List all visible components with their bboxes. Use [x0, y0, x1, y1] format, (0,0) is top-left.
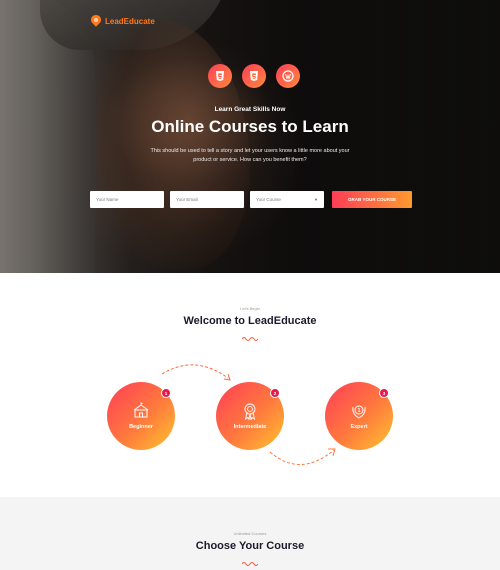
css3-icon — [242, 64, 266, 88]
chevron-down-icon: ▼ — [314, 197, 318, 202]
html5-icon — [208, 64, 232, 88]
grab-course-button[interactable]: GRAB YOUR COURSE — [332, 191, 412, 208]
course-select[interactable]: Your Course ▼ — [250, 191, 324, 208]
dashed-arrow-right-icon — [161, 364, 231, 381]
brand-name: LeadEducate — [105, 16, 155, 26]
award-ribbon-icon — [244, 403, 256, 420]
welcome-kicker: Let's Begin — [240, 306, 260, 311]
squiggle-divider — [242, 562, 258, 566]
hero-kicker: Learn Great Skills Now — [214, 106, 286, 113]
hero-description: This should be used to tell a story and … — [150, 148, 350, 163]
dashed-arrow-down-right-icon — [269, 448, 336, 465]
tech-icons-row — [208, 64, 300, 88]
courses-title: Choose Your Course — [195, 540, 305, 552]
squiggle-divider — [242, 337, 258, 341]
welcome-title: Welcome to LeadEducate — [183, 315, 317, 327]
svg-text:1: 1 — [358, 408, 361, 414]
step-number-badge: 2 — [270, 388, 280, 398]
hero-title: Online Courses to Learn — [151, 117, 349, 136]
step-number-badge: 1 — [161, 388, 171, 398]
email-field[interactable]: Your Email — [170, 191, 244, 208]
logo-icon — [91, 15, 101, 27]
step-label: Expert — [350, 424, 368, 430]
school-icon — [133, 402, 149, 418]
name-field[interactable]: Your Name — [90, 191, 164, 208]
wordpress-icon — [276, 64, 300, 88]
hero-section: LeadEducate Learn Great Skills Now Onlin… — [0, 0, 500, 273]
courses-kicker: Unlimited Courses — [233, 531, 267, 536]
course-select-value: Your Course — [256, 197, 281, 202]
step-label: Beginner — [129, 424, 153, 430]
step-number-badge: 3 — [379, 388, 389, 398]
laurel-medal-icon: 1 — [352, 405, 366, 419]
step-label: Intermediate — [233, 424, 267, 430]
brand-logo[interactable]: LeadEducate — [91, 15, 155, 27]
signup-form: Your Name Your Email Your Course ▼ GRAB … — [90, 191, 412, 208]
